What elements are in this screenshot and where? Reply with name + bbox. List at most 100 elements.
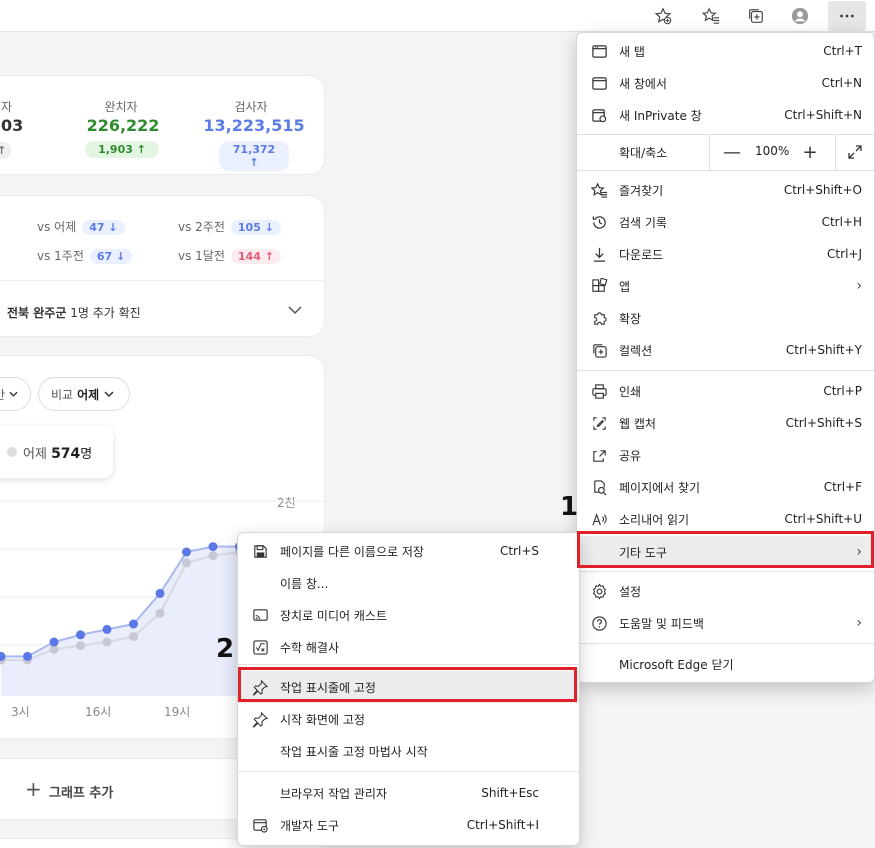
menu-close-edge[interactable]: Microsoft Edge 닫기 xyxy=(577,648,874,680)
submenu-task-manager[interactable]: 브라우저 작업 관리자 Shift+Esc xyxy=(238,777,579,809)
favorites-icon xyxy=(589,180,609,200)
menu-web-capture[interactable]: 웹 캡처 Ctrl+Shift+S xyxy=(577,407,874,439)
x-tick-label: 19시 xyxy=(164,705,191,719)
chevron-down-icon xyxy=(104,390,114,397)
compare-card: vs 어제 47 ↓ vs 2주전 105 ↓ vs 1주전 67 ↓ vs 1달전 1… xyxy=(0,195,325,337)
tooltip: 어제 574명 xyxy=(0,426,113,478)
stats-card: 자 03 ↑ 완치자 226,222 1,903 ↑ 검사자 13,223,51… xyxy=(0,75,325,175)
submenu-cast[interactable]: 장치로 미디어 캐스트 xyxy=(238,599,579,631)
vs-1month: vs 1달전 144 ↑ xyxy=(178,247,281,264)
highlight-box-more-tools xyxy=(577,531,874,568)
submenu-devtools[interactable]: 개발자 도구 Ctrl+Shift+I xyxy=(238,809,579,841)
submenu-name-window[interactable]: 이름 창... xyxy=(238,567,579,599)
highlight-box-pin-taskbar xyxy=(238,667,577,702)
legend-dot xyxy=(7,447,17,457)
data-point xyxy=(129,632,138,642)
menu-collections[interactable]: 컬렉션 Ctrl+Shift+Y xyxy=(577,334,874,366)
menu-print[interactable]: 인쇄 Ctrl+P xyxy=(577,375,874,407)
period-dropdown[interactable]: 반 xyxy=(0,377,31,411)
compare-dropdown[interactable]: 비교 어제 xyxy=(38,377,130,411)
vs-yesterday: vs 어제 47 ↓ xyxy=(37,218,125,235)
web-capture-icon xyxy=(589,413,609,433)
chevron-down-icon xyxy=(9,391,18,397)
chevron-down-icon[interactable] xyxy=(288,305,302,315)
help-icon xyxy=(589,613,609,633)
inprivate-icon xyxy=(589,105,609,125)
zoom-out-button[interactable]: — xyxy=(715,134,749,170)
new-tab-icon xyxy=(589,41,609,61)
add-graph-label: 그래프 추가 xyxy=(49,786,114,801)
pin-icon xyxy=(250,709,270,729)
news-ticker[interactable]: 전북 완주군 1명 추가 확진 xyxy=(7,304,141,321)
menu-settings[interactable]: 설정 xyxy=(577,575,874,607)
tested-value: 13,223,515 xyxy=(203,116,305,135)
menu-apps[interactable]: 앱 › xyxy=(577,270,874,302)
step-1-label: 1 xyxy=(560,492,579,522)
tested-delta: 71,372 ↑ xyxy=(219,141,289,171)
zoom-value: 100% xyxy=(755,144,790,158)
data-point xyxy=(129,619,138,629)
submenu-save-page[interactable]: 페이지를 다른 이름으로 저장 Ctrl+S xyxy=(238,535,579,567)
submenu-pin-wizard[interactable]: 작업 표시줄 고정 마법사 시작 xyxy=(238,735,579,767)
add-favorite-icon[interactable] xyxy=(647,1,679,31)
recovered-label: 완치자 xyxy=(104,100,138,114)
menu-downloads[interactable]: 다운로드 Ctrl+J xyxy=(577,238,874,270)
plus-icon: + xyxy=(25,777,42,801)
data-point xyxy=(23,651,32,661)
data-point xyxy=(155,588,165,598)
menu-history[interactable]: 검색 기록 Ctrl+H xyxy=(577,206,874,238)
menu-favorites[interactable]: 즐겨찾기 Ctrl+Shift+O xyxy=(577,174,874,206)
data-point xyxy=(182,558,191,568)
recovered-value: 226,222 xyxy=(86,116,160,135)
menu-extensions[interactable]: 확장 xyxy=(577,302,874,334)
fullscreen-icon[interactable] xyxy=(838,134,872,170)
data-point xyxy=(208,542,218,552)
chevron-right-icon: › xyxy=(856,278,862,294)
collections-icon xyxy=(589,340,609,360)
chevron-right-icon: › xyxy=(856,615,862,631)
edge-main-menu: 새 탭 Ctrl+T 새 창에서 Ctrl+N 새 InPrivate 창 Ctrl+… xyxy=(576,32,875,683)
download-icon xyxy=(589,244,609,264)
extensions-icon xyxy=(589,308,609,328)
data-point xyxy=(102,637,112,647)
favorites-icon[interactable] xyxy=(695,1,727,31)
data-point xyxy=(155,608,165,618)
recovered-delta: 1,903 ↑ xyxy=(85,141,159,158)
data-point xyxy=(76,630,85,640)
data-point xyxy=(102,624,112,634)
more-icon[interactable] xyxy=(828,1,866,31)
menu-share[interactable]: 공유 xyxy=(577,439,874,471)
share-icon xyxy=(589,445,609,465)
read-aloud-icon xyxy=(589,509,609,529)
menu-help[interactable]: 도움말 및 피드백 › xyxy=(577,607,874,639)
history-icon xyxy=(589,212,609,232)
data-point xyxy=(208,551,218,561)
confirmed-delta: ↑ xyxy=(0,142,11,159)
data-point xyxy=(182,547,191,557)
menu-new-tab[interactable]: 새 탭 Ctrl+T xyxy=(577,35,874,67)
menu-find[interactable]: 페이지에서 찾기 Ctrl+F xyxy=(577,471,874,503)
confirmed-value: 03 xyxy=(1,116,24,135)
tested-label: 검사자 xyxy=(234,100,268,114)
collections-icon[interactable] xyxy=(740,1,772,31)
vs-1week: vs 1주전 67 ↓ xyxy=(37,247,133,264)
print-icon xyxy=(589,381,609,401)
profile-icon[interactable] xyxy=(784,1,816,31)
menu-new-inprivate[interactable]: 새 InPrivate 창 Ctrl+Shift+N xyxy=(577,99,874,131)
x-tick-label: 16시 xyxy=(85,705,112,719)
save-icon xyxy=(250,541,270,561)
apps-icon xyxy=(589,276,609,296)
devtools-icon xyxy=(250,815,270,835)
vs-2weeks: vs 2주전 105 ↓ xyxy=(178,218,281,235)
x-tick-label: 3시 xyxy=(11,705,30,719)
chart-area xyxy=(1,541,266,696)
new-window-icon xyxy=(589,73,609,93)
submenu-pin-start[interactable]: 시작 화면에 고정 xyxy=(238,703,579,735)
zoom-in-button[interactable]: + xyxy=(793,134,827,170)
submenu-math-solver[interactable]: 수학 해결사 xyxy=(238,631,579,663)
browser-toolbar xyxy=(0,0,875,32)
settings-icon xyxy=(589,581,609,601)
math-solver-icon xyxy=(250,637,270,657)
menu-new-window[interactable]: 새 창에서 Ctrl+N xyxy=(577,67,874,99)
cast-icon xyxy=(250,605,270,625)
